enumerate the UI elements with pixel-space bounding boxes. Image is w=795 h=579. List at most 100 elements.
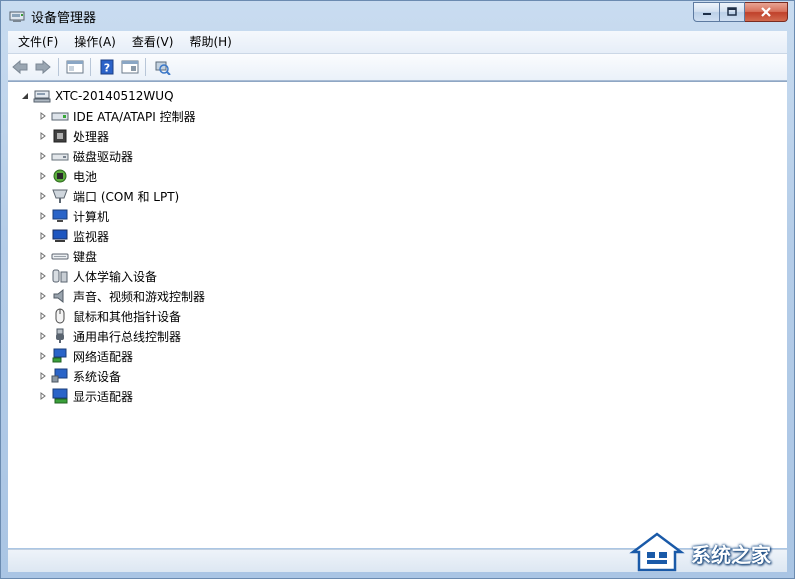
expand-arrow-icon[interactable] — [38, 171, 48, 181]
collapse-arrow-icon[interactable] — [20, 91, 30, 101]
computer-icon — [51, 208, 69, 224]
expand-arrow-icon[interactable] — [38, 371, 48, 381]
close-icon — [761, 7, 771, 17]
minimize-button[interactable] — [693, 2, 720, 22]
sound-icon — [51, 288, 69, 304]
battery-icon — [51, 168, 69, 184]
minimize-icon — [702, 13, 711, 15]
keyboard-icon — [51, 248, 69, 264]
tree-item-battery[interactable]: 电池 — [38, 166, 97, 186]
maximize-button[interactable] — [720, 2, 745, 22]
tree-item-mouse[interactable]: 鼠标和其他指针设备 — [38, 306, 181, 326]
expand-arrow-icon[interactable] — [38, 271, 48, 281]
port-icon — [51, 188, 69, 204]
expand-arrow-icon[interactable] — [38, 111, 48, 121]
watermark-text: 系统之家 — [691, 542, 771, 567]
watermark: 系统之家 — [629, 527, 794, 578]
tree-item-computer[interactable]: 计算机 — [38, 206, 109, 226]
back-icon — [12, 59, 28, 75]
tree-item-system[interactable]: 系统设备 — [38, 366, 121, 386]
tree-item-label: 处理器 — [73, 129, 110, 144]
title-bar: 设备管理器 — [1, 1, 794, 31]
tree-item-label: 监视器 — [73, 229, 110, 244]
tree-item-sound[interactable]: 声音、视频和游戏控制器 — [38, 286, 205, 306]
expand-arrow-icon[interactable] — [38, 131, 48, 141]
toolbar: ? — [8, 54, 787, 81]
system-device-icon — [51, 368, 69, 384]
expand-arrow-icon[interactable] — [38, 231, 48, 241]
usb-icon — [51, 328, 69, 344]
properties-icon — [66, 60, 84, 74]
menu-action[interactable]: 操作(A) — [66, 32, 124, 52]
hid-icon — [51, 268, 69, 284]
tree-item-label: 端口 (COM 和 LPT) — [73, 189, 180, 204]
tree-item-label: 磁盘驱动器 — [73, 149, 134, 164]
device-tree-pane: XTC-20140512WUQ IDE ATA/ATAPI 控制器 处理器 磁盘… — [8, 81, 787, 548]
tree-item-monitor[interactable]: 监视器 — [38, 226, 109, 246]
console-tree-icon — [121, 60, 139, 74]
scan-hardware-button[interactable] — [151, 56, 173, 78]
toolbar-separator — [145, 58, 146, 76]
menu-bar: 文件(F) 操作(A) 查看(V) 帮助(H) — [8, 31, 787, 54]
expand-arrow-icon[interactable] — [38, 311, 48, 321]
tree-item-label: 电池 — [73, 169, 98, 184]
close-button[interactable] — [745, 2, 788, 22]
menu-help[interactable]: 帮助(H) — [181, 32, 239, 52]
tree-item-label: 通用串行总线控制器 — [73, 329, 182, 344]
device-manager-icon — [9, 8, 25, 24]
scan-hardware-icon — [155, 61, 171, 75]
expand-arrow-icon[interactable] — [38, 391, 48, 401]
forward-icon — [35, 59, 51, 75]
help-button[interactable]: ? — [96, 56, 118, 78]
help-icon: ? — [100, 59, 114, 75]
tree-root[interactable]: XTC-20140512WUQ — [20, 86, 174, 106]
tree-item-display[interactable]: 显示适配器 — [38, 386, 133, 406]
tree-item-label: 计算机 — [73, 209, 110, 224]
ide-controller-icon — [51, 108, 69, 124]
processor-icon — [51, 128, 69, 144]
tree-item-disk[interactable]: 磁盘驱动器 — [38, 146, 133, 166]
tree-item-label: 键盘 — [73, 249, 98, 264]
tree-item-processor[interactable]: 处理器 — [38, 126, 109, 146]
expand-arrow-icon[interactable] — [38, 331, 48, 341]
tree-item-label: 鼠标和其他指针设备 — [73, 309, 182, 324]
expand-arrow-icon[interactable] — [38, 191, 48, 201]
monitor-icon — [51, 228, 69, 244]
back-button[interactable] — [9, 56, 31, 78]
tree-item-label: 人体学输入设备 — [73, 269, 158, 284]
svg-text:?: ? — [104, 62, 110, 75]
display-adapter-icon — [51, 388, 69, 404]
toolbar-separator — [58, 58, 59, 76]
tree-item-label: 声音、视频和游戏控制器 — [73, 289, 206, 304]
tree-item-keyboard[interactable]: 键盘 — [38, 246, 97, 266]
forward-button[interactable] — [32, 56, 54, 78]
tree-item-label: IDE ATA/ATAPI 控制器 — [73, 109, 196, 124]
disk-drive-icon — [51, 148, 69, 164]
tree-item-usb[interactable]: 通用串行总线控制器 — [38, 326, 181, 346]
tree-item-hid[interactable]: 人体学输入设备 — [38, 266, 157, 286]
window-controls — [693, 2, 788, 22]
menu-file[interactable]: 文件(F) — [8, 32, 66, 52]
toolbar-separator — [90, 58, 91, 76]
tree-item-label: 系统设备 — [73, 369, 122, 384]
tree-item-ports[interactable]: 端口 (COM 和 LPT) — [38, 186, 179, 206]
tree-item-ide[interactable]: IDE ATA/ATAPI 控制器 — [38, 106, 196, 126]
expand-arrow-icon[interactable] — [38, 251, 48, 261]
network-icon — [51, 348, 69, 364]
computer-root-icon — [33, 88, 51, 104]
window-title: 设备管理器 — [31, 11, 97, 26]
console-tree-button[interactable] — [119, 56, 141, 78]
expand-arrow-icon[interactable] — [38, 151, 48, 161]
tree-item-network[interactable]: 网络适配器 — [38, 346, 133, 366]
expand-arrow-icon[interactable] — [38, 211, 48, 221]
expand-arrow-icon[interactable] — [38, 351, 48, 361]
maximize-icon — [727, 7, 737, 16]
properties-button[interactable] — [64, 56, 86, 78]
device-manager-window: 设备管理器 文件(F) 操作(A) 查看(V) 帮助(H) ? XTC-2014… — [0, 0, 795, 579]
root-computer-name: XTC-20140512WUQ — [55, 89, 174, 103]
expand-arrow-icon[interactable] — [38, 291, 48, 301]
menu-view[interactable]: 查看(V) — [124, 32, 182, 52]
tree-item-label: 网络适配器 — [73, 349, 134, 364]
tree-item-label: 显示适配器 — [73, 389, 134, 404]
house-logo-icon — [629, 530, 685, 577]
